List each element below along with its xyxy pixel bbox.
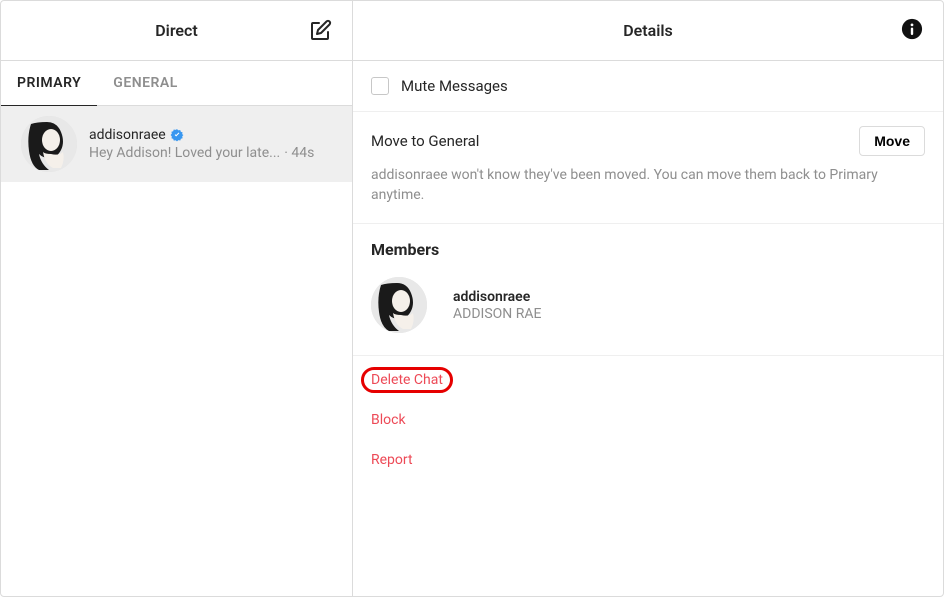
thread-item[interactable]: addisonraee Hey Addison! Loved your late… (1, 106, 352, 182)
members-section: Members addisonraee ADDISON RAE (353, 224, 943, 355)
tab-primary[interactable]: PRIMARY (1, 61, 97, 106)
mute-label: Mute Messages (401, 77, 508, 95)
member-info: addisonraee ADDISON RAE (453, 289, 541, 322)
report-button[interactable]: Report (353, 440, 943, 480)
move-section: Move to General Move addisonraee won't k… (353, 111, 943, 224)
thread-info: addisonraee Hey Addison! Loved your late… (89, 127, 332, 161)
member-username: addisonraee (453, 289, 541, 305)
details-panel: Details Mute Messages Move to General Mo… (353, 1, 943, 596)
compose-button[interactable] (308, 19, 332, 43)
thread-name-row: addisonraee (89, 127, 332, 143)
tab-general[interactable]: GENERAL (97, 61, 194, 106)
details-header: Details (353, 1, 943, 61)
block-button[interactable]: Block (353, 400, 943, 440)
avatar (21, 116, 77, 172)
compose-icon (308, 19, 332, 43)
mute-row: Mute Messages (353, 61, 943, 111)
move-title: Move to General (371, 132, 479, 150)
details-title: Details (623, 21, 673, 40)
move-row: Move to General Move (371, 126, 925, 156)
info-button[interactable] (901, 18, 923, 44)
danger-section: Delete Chat Block Report (353, 355, 943, 480)
members-heading: Members (371, 240, 925, 259)
delete-chat-label: Delete Chat (371, 372, 443, 388)
thread-preview: Hey Addison! Loved your late... (89, 145, 280, 161)
info-icon (901, 18, 923, 40)
inbox-sidebar: Direct PRIMARY GENERAL (1, 1, 353, 596)
move-description: addisonraee won't know they've been move… (371, 166, 925, 205)
avatar (371, 277, 427, 333)
member-row[interactable]: addisonraee ADDISON RAE (371, 273, 925, 347)
sidebar-title: Direct (155, 21, 198, 40)
thread-time: 44s (284, 145, 314, 161)
app-root: Direct PRIMARY GENERAL (0, 0, 944, 597)
inbox-tabs: PRIMARY GENERAL (1, 61, 352, 106)
move-button[interactable]: Move (859, 126, 925, 156)
block-label: Block (371, 412, 406, 428)
sidebar-header: Direct (1, 1, 352, 61)
verified-icon (170, 128, 184, 142)
report-label: Report (371, 452, 413, 468)
delete-chat-button[interactable]: Delete Chat (353, 360, 943, 400)
thread-username: addisonraee (89, 127, 166, 143)
member-display-name: ADDISON RAE (453, 306, 541, 322)
highlight-annotation: Delete Chat (371, 372, 443, 388)
mute-checkbox[interactable] (371, 77, 389, 95)
thread-list: addisonraee Hey Addison! Loved your late… (1, 106, 352, 596)
thread-preview-row: Hey Addison! Loved your late... 44s (89, 145, 332, 161)
